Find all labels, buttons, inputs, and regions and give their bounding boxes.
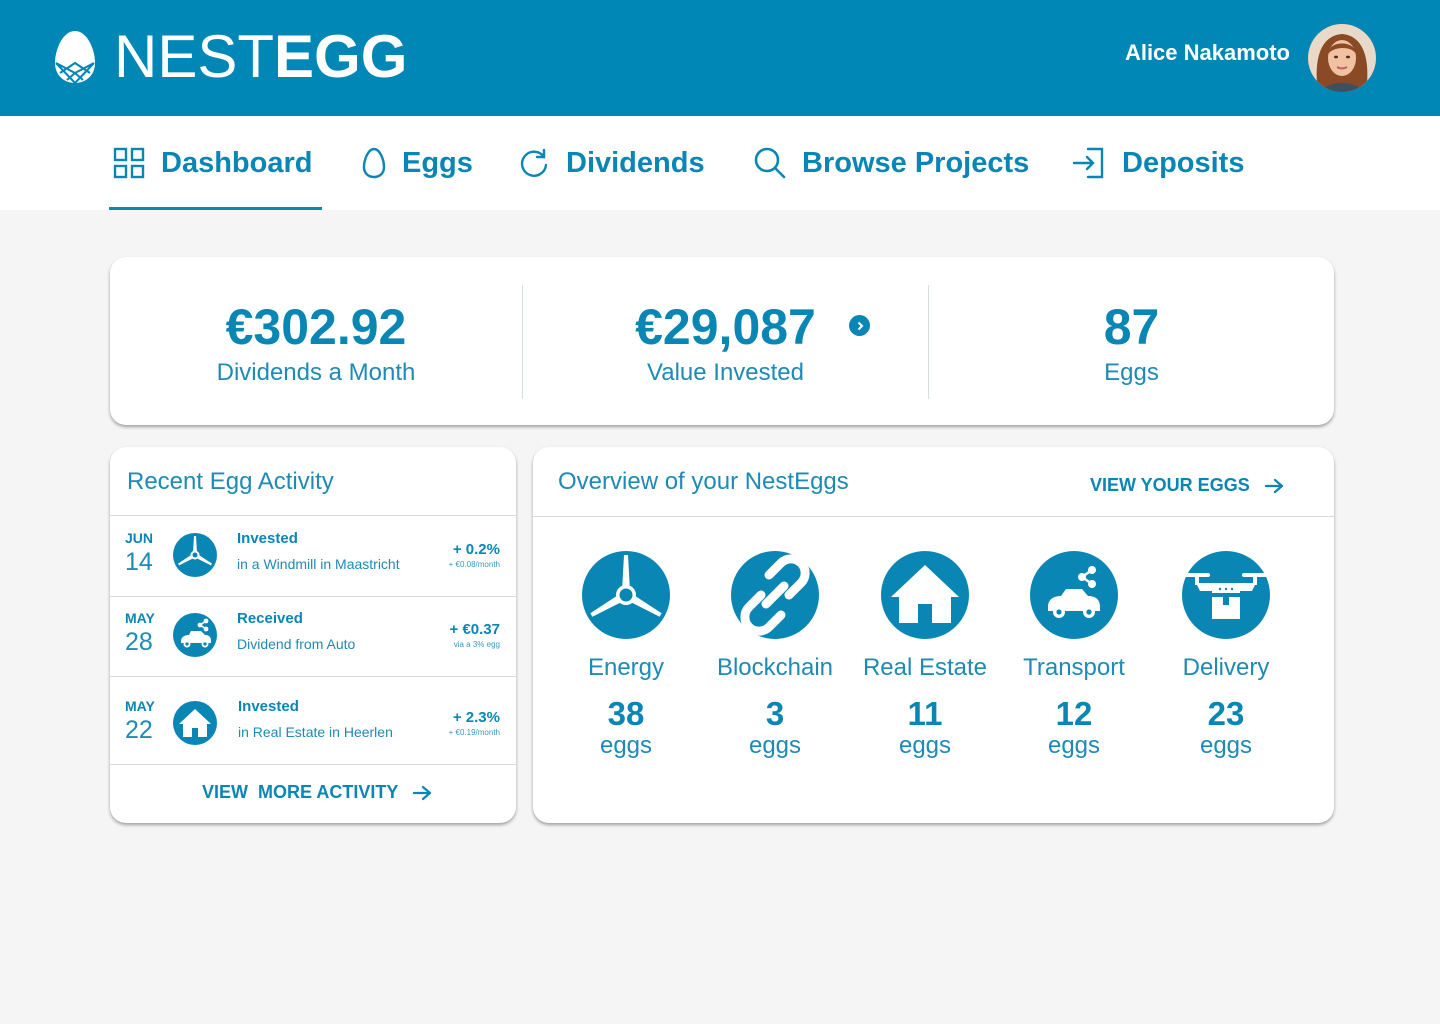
activity-day: 14 xyxy=(125,548,153,576)
activity-amount: + €0.37 xyxy=(449,621,500,638)
tab-dividends-label: Dividends xyxy=(566,146,705,179)
avatar[interactable] xyxy=(1308,24,1376,92)
overview-title: Overview of your NestEggs xyxy=(558,468,849,495)
windmill-icon xyxy=(582,551,670,639)
egg-logo-icon xyxy=(55,31,95,85)
stat-value-invested: €29,087 Value Invested xyxy=(523,257,928,425)
stat-dividends: €302.92 Dividends a Month xyxy=(110,257,522,425)
list-item[interactable]: MAY 28 Received Dividend from Auto + €0.… xyxy=(110,596,516,676)
egg-icon xyxy=(362,147,386,179)
category-unit: eggs xyxy=(599,732,653,759)
activity-desc: Dividend from Auto xyxy=(237,636,356,652)
activity-type: Received xyxy=(237,610,303,627)
category-energy[interactable]: Energy 38 eggs xyxy=(551,551,701,760)
activity-sub: via a 3% egg xyxy=(453,640,500,649)
category-count: 23 xyxy=(1207,695,1245,732)
category-transport[interactable]: Transport 12 eggs xyxy=(999,551,1149,760)
activity-month: JUN xyxy=(125,530,154,546)
house-icon xyxy=(173,701,217,745)
activity-amount: + 2.3% xyxy=(452,709,500,726)
activity-desc: in a Windmill in Maastricht xyxy=(237,556,400,572)
main-nav: Dashboard Eggs Dividends Browse Projects… xyxy=(0,116,1440,210)
category-count: 11 xyxy=(907,695,943,732)
top-bar: NESTEGG Alice Nakamoto xyxy=(0,0,1440,116)
activity-type: Invested xyxy=(237,530,298,547)
category-name: Delivery xyxy=(1182,654,1270,681)
refresh-icon xyxy=(520,148,548,177)
drone-icon xyxy=(1182,551,1270,639)
overview-card: Overview of your NestEggs VIEW YOUR EGGS… xyxy=(533,447,1334,823)
tab-deposits[interactable]: Deposits xyxy=(1072,116,1244,210)
category-name: Real Estate xyxy=(862,654,988,681)
tab-browse-projects[interactable]: Browse Projects xyxy=(754,116,1029,210)
view-your-eggs-link[interactable]: VIEW YOUR EGGS xyxy=(1090,475,1284,496)
category-delivery[interactable]: Delivery 23 eggs xyxy=(1151,551,1301,760)
summary-stats-card: €302.92 Dividends a Month €29,087 Value … xyxy=(110,257,1334,425)
brand-name-bold: EGG xyxy=(274,23,408,90)
view-more-activity-label: VIEW MORE ACTIVITY xyxy=(202,782,399,802)
arrow-right-icon xyxy=(1264,478,1283,493)
view-more-activity-link[interactable]: VIEW MORE ACTIVITY xyxy=(202,782,432,803)
search-icon xyxy=(754,147,786,179)
tab-deposits-label: Deposits xyxy=(1122,146,1245,179)
activity-day: 22 xyxy=(125,716,153,744)
activity-type: Invested xyxy=(238,698,299,715)
category-count: 12 xyxy=(1055,695,1093,732)
user-name[interactable]: Alice Nakamoto xyxy=(1125,40,1290,66)
category-name: Transport xyxy=(1023,654,1125,681)
grid-icon xyxy=(113,147,145,179)
tab-eggs[interactable]: Eggs xyxy=(362,116,473,210)
activity-amount: + 0.2% xyxy=(452,541,500,558)
stat-caption: Eggs xyxy=(1104,359,1159,386)
stat-caption: Dividends a Month xyxy=(216,359,416,386)
activity-sub: + €0.19/month xyxy=(448,728,500,737)
view-your-eggs-label: VIEW YOUR EGGS xyxy=(1090,475,1250,495)
brand-name-thin: NEST xyxy=(114,23,275,90)
activity-title: Recent Egg Activity xyxy=(127,468,334,495)
house-icon xyxy=(881,551,969,639)
category-unit: eggs xyxy=(1047,732,1101,759)
tab-dashboard-label: Dashboard xyxy=(161,146,313,179)
category-name: Energy xyxy=(587,654,665,681)
windmill-icon xyxy=(173,533,217,577)
stat-caption: Value Invested xyxy=(647,359,804,386)
divider xyxy=(533,516,1334,517)
stat-eggs: 87 Eggs xyxy=(929,257,1334,425)
list-item[interactable]: MAY 22 Invested in Real Estate in Heerle… xyxy=(110,676,516,756)
activity-sub: + €0.08/month xyxy=(448,560,500,569)
category-unit: eggs xyxy=(898,732,952,759)
activity-month: MAY xyxy=(125,610,155,626)
category-real-estate[interactable]: Real Estate 11 eggs xyxy=(850,551,1000,760)
category-count: 3 xyxy=(765,695,785,732)
tab-browse-projects-label: Browse Projects xyxy=(802,146,1030,179)
tab-eggs-label: Eggs xyxy=(402,146,473,179)
car-icon xyxy=(173,613,217,657)
category-unit: eggs xyxy=(1199,732,1253,759)
category-name: Blockchain xyxy=(716,654,834,681)
stat-value: €302.92 xyxy=(225,299,407,355)
chain-link-icon xyxy=(731,551,819,639)
activity-desc: in Real Estate in Heerlen xyxy=(238,724,393,740)
category-count: 38 xyxy=(607,695,645,732)
list-item[interactable]: JUN 14 Invested in a Windmill in Maastri… xyxy=(110,516,516,596)
activity-day: 28 xyxy=(125,628,153,656)
chevron-right-icon[interactable] xyxy=(849,315,870,336)
activity-month: MAY xyxy=(125,698,155,714)
tab-dashboard[interactable]: Dashboard xyxy=(108,116,323,210)
stat-value: 87 xyxy=(1103,299,1160,355)
brand-logo[interactable]: NESTEGG xyxy=(54,27,407,87)
recent-activity-card: Recent Egg Activity JUN 14 Invested in a… xyxy=(110,447,516,823)
tab-dividends[interactable]: Dividends xyxy=(518,116,705,210)
sign-in-icon xyxy=(1072,147,1104,179)
arrow-right-icon xyxy=(413,785,432,800)
car-icon xyxy=(1030,551,1118,639)
category-unit: eggs xyxy=(748,732,802,759)
divider xyxy=(110,764,516,765)
category-blockchain[interactable]: Blockchain 3 eggs xyxy=(700,551,850,760)
